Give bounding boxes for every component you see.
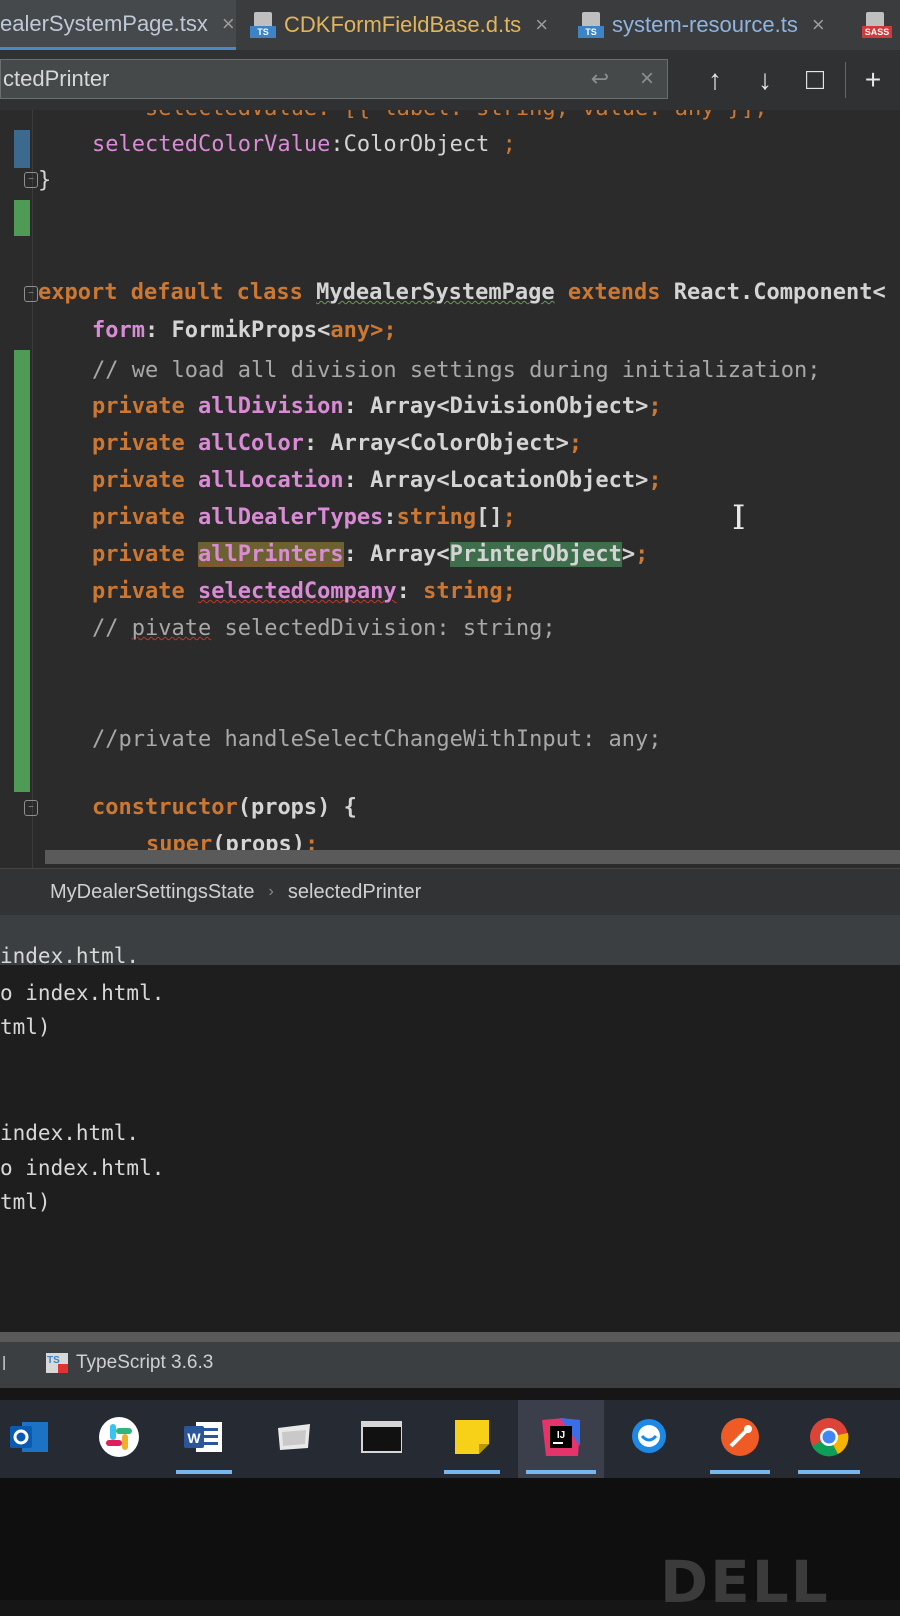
running-indicator [444,1470,500,1474]
outlook-icon [10,1422,48,1452]
taskbar-app-explorer[interactable] [262,1400,324,1478]
tab-label: system-resource.ts [612,12,798,37]
intellij-icon: IJ [542,1418,580,1456]
code-line: selectedValue: [{ label: string; value: … [92,110,768,124]
clear-search-icon[interactable]: × [632,59,662,99]
dell-logo: DELL [660,1548,830,1616]
taskbar-app-chat[interactable] [618,1400,680,1478]
taskbar-app-slack[interactable] [88,1400,150,1478]
select-all-occurrences-icon[interactable]: □ [798,62,832,98]
windows-taskbar: W IJ [0,1400,900,1478]
tab-label: CDKFormFieldBase.d.ts [284,12,522,37]
next-match-button[interactable]: ↓ [748,62,782,98]
terminal-line: o index.html. [0,981,165,1005]
chevron-right-icon: › [268,883,274,900]
running-indicator [710,1470,770,1474]
taskbar-app-terminal[interactable] [350,1400,412,1478]
svg-text:W: W [187,1430,201,1446]
terminal-line: tml) [0,1190,51,1214]
tab-sass-file[interactable]: SASS [862,0,900,50]
tab-cdk-form-field-base[interactable]: TS CDKFormFieldBase.d.ts × [250,0,560,50]
running-indicator [176,1470,232,1474]
terminal-line: index.html. [0,944,140,968]
chat-icon [632,1419,666,1453]
gutter [32,110,33,868]
slack-icon [99,1417,139,1457]
tab-label: ealerSystemPage.tsx [0,10,208,36]
code-line: private allPrinters: Array<PrinterObject… [92,542,649,567]
added-line-marker [14,350,30,792]
highlighted-identifier: allPrinters [197,542,344,567]
code-line: private allDivision: Array<DivisionObjec… [92,394,662,419]
editor-tab-bar: ealerSystemPage.tsx × TS CDKFormFieldBas… [0,0,900,50]
tab-dealer-system-page[interactable]: ealerSystemPage.tsx × [0,0,236,50]
terminal-output[interactable]: index.html. o index.html. tml) index.htm… [0,944,900,1335]
terminal-icon [361,1421,402,1453]
code-line: form: FormikProps<any>; [92,318,397,343]
typescript-file-icon: TS [578,12,604,38]
code-line: private allLocation: Array<LocationObjec… [92,468,662,493]
terminal-line: index.html. [0,1121,140,1145]
code-line: selectedColorValue:ColorObject ; [92,132,516,157]
taskbar-app-postman[interactable] [702,1400,778,1478]
language-indicator[interactable]: TS TypeScript 3.6.3 [46,1352,213,1374]
horizontal-scrollbar[interactable] [0,1332,900,1342]
toolbar-divider [845,62,846,98]
code-line: } [38,168,52,193]
close-icon[interactable]: × [812,12,825,38]
wrap-icon[interactable]: ↩ [580,59,620,99]
breadcrumb-item[interactable]: MyDealerSettingsState [50,881,255,904]
fold-icon[interactable]: − [24,800,38,816]
find-bar: ctedPrinter ↩ × ↑ ↓ □ + [0,50,900,111]
status-item: l [2,1354,7,1375]
postman-icon [721,1418,759,1456]
fold-icon[interactable]: − [24,286,38,302]
search-input[interactable]: ctedPrinter [0,59,668,99]
chrome-icon [810,1418,849,1457]
svg-text:IJ: IJ [557,1430,565,1441]
language-label: TypeScript 3.6.3 [76,1352,214,1373]
horizontal-scrollbar[interactable] [45,850,900,864]
terminal-line: o index.html. [0,1156,165,1180]
text-cursor-icon: I [732,498,746,538]
breadcrumb: MyDealerSettingsState › selectedPrinter [0,868,900,915]
taskbar-app-sticky-notes[interactable] [436,1400,508,1478]
close-icon[interactable]: × [535,12,548,38]
comment-line: //private handleSelectChangeWithInput: a… [92,727,662,752]
tab-system-resource[interactable]: TS system-resource.ts × [578,0,842,50]
running-indicator [526,1470,596,1474]
highlighted-type: PrinterObject [449,542,622,567]
status-bar: l TS TypeScript 3.6.3 [0,1342,900,1388]
code-line: export default class MydealerSystemPage … [38,280,886,305]
added-line-marker [14,200,30,236]
fold-icon[interactable]: − [24,172,38,188]
typescript-icon: TS [46,1353,68,1373]
breadcrumb-item[interactable]: selectedPrinter [288,881,421,904]
comment-line: // we load all division settings during … [92,358,821,383]
typescript-file-icon: TS [250,12,276,38]
code-line: constructor(props) { [92,795,357,820]
taskbar-app-chrome[interactable] [790,1400,868,1478]
code-editor[interactable]: − − − selectedValue: [{ label: string; v… [0,110,900,868]
code-line: private allDealerTypes:string[]; [92,505,516,530]
code-line: private allColor: Array<ColorObject>; [92,431,583,456]
comment-line: // pivate selectedDivision: string; [92,616,556,641]
close-icon[interactable]: × [222,11,235,37]
previous-match-button[interactable]: ↑ [698,62,732,98]
file-explorer-icon [278,1424,310,1450]
terminal-line: tml) [0,1015,51,1039]
word-icon: W [184,1422,222,1452]
taskbar-app-outlook[interactable] [0,1400,62,1478]
sticky-notes-icon [455,1420,489,1454]
taskbar-app-word[interactable]: W [168,1400,240,1478]
modified-line-marker [14,130,30,168]
add-selection-icon[interactable]: + [856,62,890,98]
code-line: private selectedCompany: string; [92,579,516,604]
sass-file-icon: SASS [862,12,892,38]
taskbar-app-intellij[interactable]: IJ [518,1400,604,1478]
running-indicator [798,1470,860,1474]
